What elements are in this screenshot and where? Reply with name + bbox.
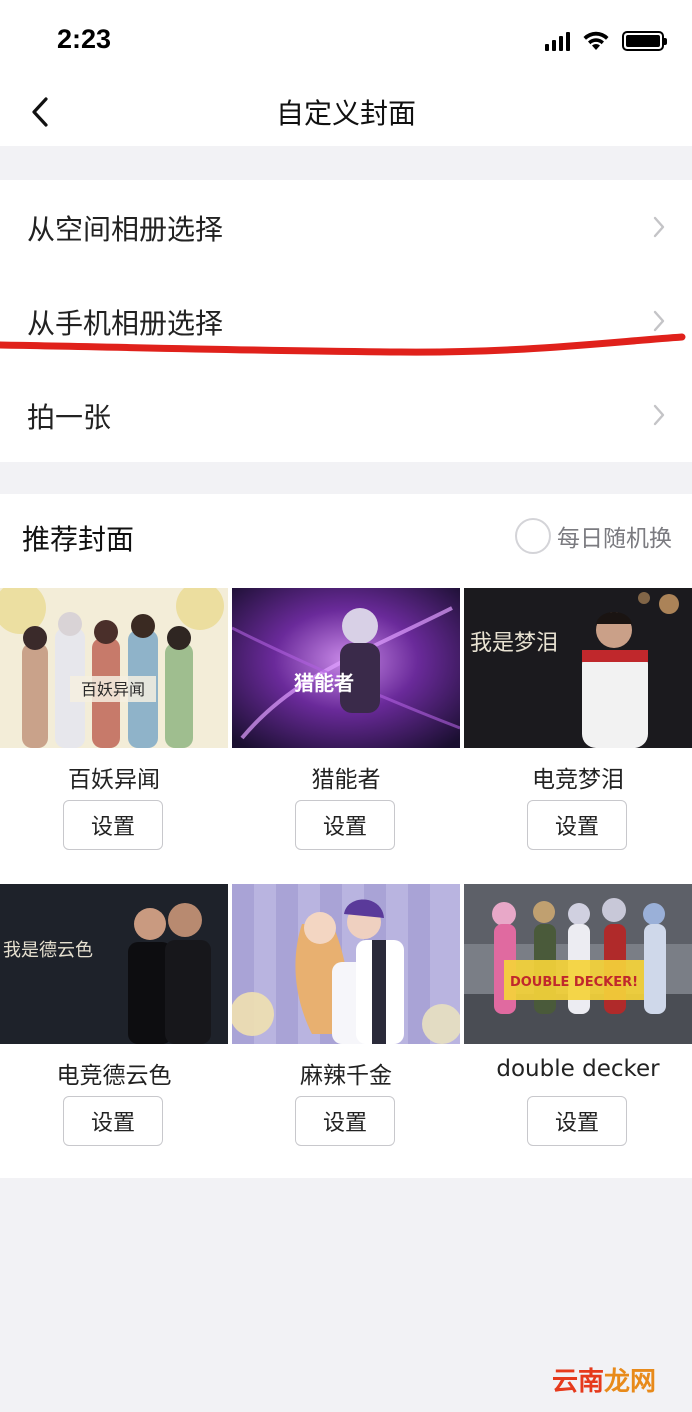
- cover-name: double decker: [496, 1056, 660, 1082]
- set-cover-button[interactable]: 设置: [63, 800, 163, 850]
- battery-icon: [622, 31, 667, 51]
- watermark-part-2: 龙网: [603, 1367, 656, 1397]
- cover-name: 猎能者: [311, 767, 381, 793]
- set-cover-button[interactable]: 设置: [63, 1096, 163, 1146]
- cover-card: 我是梦泪 电竞梦泪 设置: [464, 588, 692, 864]
- cover-thumbnail[interactable]: DOUBLE DECKER!: [464, 884, 692, 1044]
- set-cover-button[interactable]: 设置: [527, 1096, 627, 1146]
- menu-item-space-album[interactable]: 从空间相册选择: [0, 180, 692, 274]
- menu-item-label: 从空间相册选择: [27, 213, 224, 246]
- cover-name: 百妖异闻: [68, 767, 160, 793]
- site-watermark: 云南龙网: [552, 1361, 656, 1398]
- menu-item-label: 从手机相册选择: [27, 307, 224, 340]
- cover-card: 我是德云色 电竞德云色 设置: [0, 884, 228, 1160]
- signal-icon: [545, 31, 570, 51]
- menu-item-label: 拍一张: [27, 401, 112, 434]
- daily-random-toggle[interactable]: 每日随机换: [515, 516, 672, 556]
- cover-thumbnail[interactable]: 猎能者: [232, 588, 460, 748]
- cover-thumb-text: 我是德云色: [3, 940, 93, 961]
- cover-card: DOUBLE DECKER! double decker 设置: [464, 884, 692, 1160]
- chevron-right-icon: [653, 310, 665, 332]
- cover-thumbnail[interactable]: 我是德云色: [0, 884, 228, 1044]
- cover-name: 麻辣千金: [300, 1063, 392, 1089]
- chevron-right-icon: [653, 404, 665, 426]
- cover-card: 百妖异闻 百妖异闻 设置: [0, 588, 228, 864]
- watermark-part-1: 云南: [551, 1367, 604, 1397]
- set-cover-button[interactable]: 设置: [295, 1096, 395, 1146]
- cover-thumbnail[interactable]: 百妖异闻: [0, 588, 228, 748]
- page-title: 自定义封面: [275, 97, 416, 130]
- status-icons: [545, 28, 667, 54]
- cover-thumb-text: 百妖异闻: [81, 680, 145, 699]
- status-time: 2:23: [57, 24, 112, 54]
- set-cover-button[interactable]: 设置: [295, 800, 395, 850]
- source-menu: 从空间相册选择 从手机相册选择 拍一张: [0, 180, 692, 462]
- radio-circle-icon[interactable]: [515, 518, 551, 554]
- section-title: 推荐封面: [22, 523, 135, 556]
- cover-card: 麻辣千金 设置: [232, 884, 460, 1160]
- cover-thumb-text: 猎能者: [294, 671, 354, 695]
- chevron-right-icon: [653, 216, 665, 238]
- cover-thumb-text: 我是梦泪: [470, 631, 558, 656]
- wifi-icon: [583, 31, 609, 50]
- cover-name: 电竞德云色: [56, 1063, 172, 1089]
- nav-bar: 自定义封面: [0, 80, 692, 146]
- status-bar: 2:23: [0, 0, 692, 80]
- daily-random-label: 每日随机换: [557, 526, 672, 552]
- cover-thumbnail[interactable]: [232, 884, 460, 1044]
- set-cover-button[interactable]: 设置: [527, 800, 627, 850]
- cover-card: 猎能者 猎能者 设置: [232, 588, 460, 864]
- recommended-covers-section: 推荐封面 每日随机换 百妖异闻 百妖异闻 设置 猎能者 猎能者 设置 我是梦泪 …: [0, 494, 692, 1178]
- cover-name: 电竞梦泪: [532, 767, 624, 793]
- menu-item-phone-album[interactable]: 从手机相册选择: [0, 274, 692, 368]
- cover-thumbnail[interactable]: 我是梦泪: [464, 588, 692, 748]
- menu-item-take-photo[interactable]: 拍一张: [0, 368, 692, 462]
- cover-thumb-text: DOUBLE DECKER!: [510, 975, 638, 990]
